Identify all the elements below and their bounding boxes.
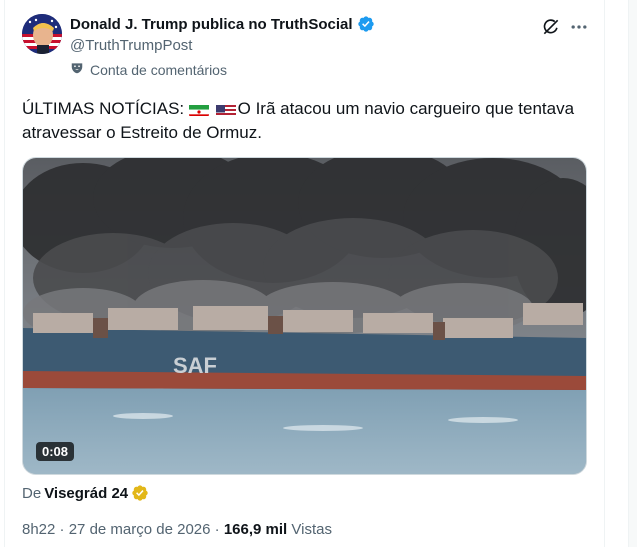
more-options-icon[interactable]	[569, 17, 589, 37]
video-duration: 0:08	[36, 442, 75, 461]
source-name[interactable]: Visegrád 24	[44, 485, 128, 502]
flag-iran-icon	[188, 102, 209, 116]
avatar-image	[22, 14, 62, 54]
tweet-meta: 8h22 · 27 de março de 2026 · 166,9 mil V…	[22, 521, 332, 538]
avatar[interactable]	[22, 14, 62, 54]
hull-lettering: SAF	[173, 353, 217, 378]
tweet-video[interactable]: SAF 0:08	[22, 157, 587, 475]
meta-separator: ·	[55, 521, 69, 538]
verified-badge-icon[interactable]	[357, 15, 375, 33]
grok-icon[interactable]	[541, 17, 561, 37]
views-count: 166,9 mil	[223, 521, 288, 538]
video-source[interactable]: De Visegrád 24	[22, 484, 149, 502]
account-context: Conta de comentários	[70, 61, 227, 78]
video-thumbnail: SAF	[23, 158, 586, 474]
flag-usa-icon	[215, 102, 236, 116]
gold-verified-badge-icon[interactable]	[131, 484, 149, 502]
author-handle[interactable]: @TruthTrumpPost	[70, 37, 192, 54]
tweet-text: ÚLTIMAS NOTÍCIAS: O Irã atacou um navio …	[22, 97, 592, 145]
timeline-right-border	[604, 0, 605, 547]
mask-icon	[70, 61, 84, 78]
tweet-text-prefix: ÚLTIMAS NOTÍCIAS:	[22, 99, 185, 118]
account-context-label: Conta de comentários	[90, 61, 227, 78]
views-label: Vistas	[287, 521, 332, 538]
source-prefix: De	[22, 484, 42, 502]
post-date[interactable]: 27 de março de 2026	[69, 521, 211, 538]
right-sidebar-edge	[628, 0, 637, 547]
post-time[interactable]: 8h22	[22, 521, 55, 538]
timeline-left-border	[4, 0, 5, 547]
author-display-name[interactable]: Donald J. Trump publica no TruthSocial	[70, 16, 353, 33]
author-name-row: Donald J. Trump publica no TruthSocial	[70, 15, 375, 33]
meta-separator-2: ·	[210, 521, 224, 538]
